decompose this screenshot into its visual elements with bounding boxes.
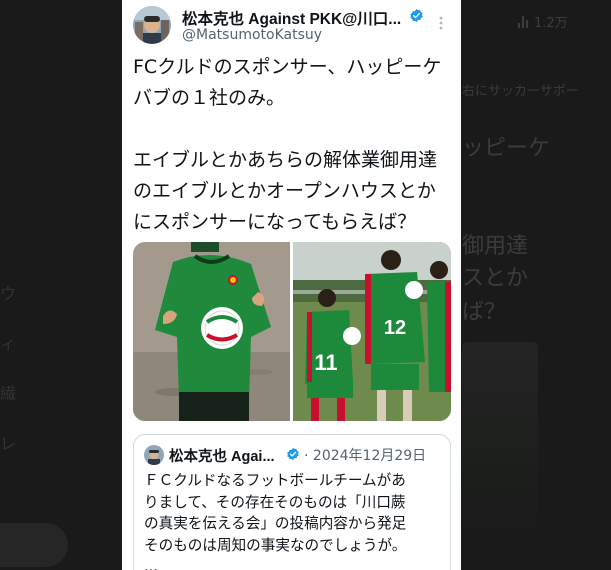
background-view-stat: 1.2万: [518, 12, 568, 31]
background-side-char: ウ: [0, 284, 17, 303]
tweet-text-blank-line: [133, 114, 455, 145]
date-text: 2024年12月29日: [312, 448, 427, 464]
author-display-name[interactable]: 松本克也 Against PKK@川口...: [182, 7, 401, 29]
analytics-icon: [518, 15, 530, 28]
quoted-author-avatar[interactable]: [144, 445, 164, 465]
verified-badge-icon: [287, 447, 299, 461]
tweet-text-line: FCクルドのスポンサー、ハッピーケ: [133, 56, 442, 78]
tweet-card: 松本克也 Against PKK@川口... @MatsumotoKatsuy …: [122, 0, 461, 570]
background-side-char: 繊: [0, 384, 17, 403]
quoted-tweet-body: ＦＣクルドなるフットボールチームがあ りまして、その存在そのものは「川口蕨 の真…: [144, 470, 444, 570]
photo-players-numbers-11-12-icon: 11 12: [293, 242, 451, 421]
background-text-fragment: ば？: [462, 300, 507, 325]
tweet-text-line: バブの１社のみ。: [133, 87, 286, 109]
background-view-count: 1.2万: [534, 16, 568, 31]
more-options-icon[interactable]: [433, 15, 449, 31]
tweet-media-grid: 11 12: [133, 242, 451, 421]
background-text-fragment: 右にサッカーサポー: [462, 84, 579, 99]
quoted-tweet[interactable]: 松本克也 Agai... · 2024年12月29日 ＦＣクルドなるフットボール…: [133, 434, 451, 570]
author-handle[interactable]: @MatsumotoKatsuy: [182, 27, 322, 43]
separator-dot: ·: [304, 448, 309, 464]
background-text-fragment: スとか: [462, 266, 529, 291]
background-button: [0, 523, 68, 567]
jersey-number: 12: [384, 317, 406, 339]
tweet-photo[interactable]: [133, 242, 290, 421]
quoted-text-line: りまして、その存在そのものは「川口蕨: [144, 493, 406, 511]
quoted-text-line: ＦＣクルドなるフットボールチームがあ: [144, 472, 406, 489]
background-photo: [462, 342, 538, 542]
quoted-text-line: そのものは周知の事実なのでしょうが。: [144, 536, 407, 554]
author-avatar[interactable]: [133, 6, 171, 44]
background-text-fragment: ッピーケ: [462, 136, 551, 161]
tweet-header: 松本克也 Against PKK@川口... @MatsumotoKatsuy: [133, 5, 451, 45]
background-side-char: ィ: [0, 334, 17, 353]
background-side-char: レ: [0, 434, 17, 453]
jersey-number: 11: [314, 350, 337, 375]
tweet-body: FCクルドのスポンサー、ハッピーケ バブの１社のみ。 エイブルとかあちらの解体業…: [133, 52, 455, 238]
photo-player-with-sponsor-badge-icon: [133, 242, 290, 421]
verified-badge-icon: [410, 8, 423, 23]
tweet-photo[interactable]: 11 12: [293, 242, 451, 421]
background-text-fragment: 御用達: [462, 234, 529, 259]
quoted-author-name[interactable]: 松本克也 Agai...: [169, 445, 275, 466]
tweet-text-line: エイブルとかあちらの解体業御用達: [133, 149, 438, 171]
tweet-text-line: のエイブルとかオープンハウスとか: [133, 180, 436, 202]
quoted-text-line: の真実を伝える会」の投稿内容から発足: [144, 515, 407, 532]
tweet-text-line: にスポンサーになってもらえば？: [133, 211, 417, 233]
quoted-tweet-date[interactable]: · 2024年12月29日: [304, 445, 426, 465]
quoted-text-ellipsis: ...: [144, 558, 158, 570]
